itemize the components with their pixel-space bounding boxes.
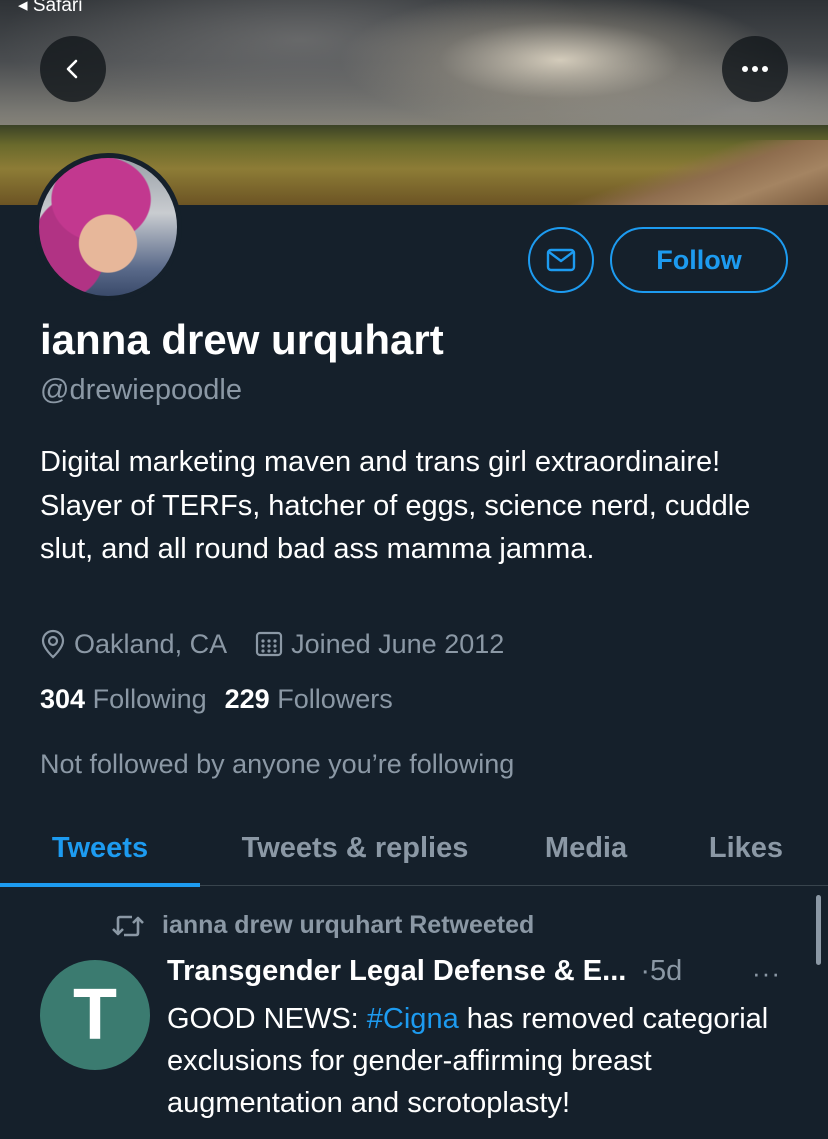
tab-tweets-replies[interactable]: Tweets & replies	[214, 810, 496, 886]
location-pin-icon	[41, 629, 65, 659]
retweet-text: ianna drew urquhart Retweeted	[162, 911, 535, 939]
more-horizontal-icon	[742, 66, 768, 72]
banner-road	[568, 140, 828, 205]
not-followed-notice: Not followed by anyone you’re following	[40, 749, 515, 779]
following-link[interactable]: 304 Following	[40, 684, 207, 714]
follow-stats: 304 Following 229 Followers	[40, 684, 393, 715]
envelope-icon	[546, 248, 576, 272]
followers-link[interactable]: 229 Followers	[225, 684, 393, 714]
location-item: Oakland, CA	[40, 629, 227, 660]
tab-tweets[interactable]: Tweets	[0, 810, 200, 886]
followers-count: 229	[224, 684, 270, 714]
profile-page: ◂ Safari Follow ianna drew urquhart @dre…	[0, 0, 828, 1139]
tweet-timestamp[interactable]: ·5d	[640, 955, 682, 988]
tweet-author-name[interactable]: Transgender Legal Defense & E...	[167, 955, 626, 988]
chevron-left-icon	[66, 59, 78, 79]
status-back-arrow-icon: ◂	[18, 0, 28, 16]
tab-likes[interactable]: Likes	[690, 810, 802, 886]
tweet-author-avatar[interactable]: T	[40, 960, 150, 1070]
tweet-header: Transgender Legal Defense & E... ·5d	[167, 955, 682, 988]
joined-item: Joined June 2012	[255, 629, 504, 660]
calendar-icon	[255, 631, 283, 657]
following-count: 304	[40, 684, 86, 714]
retweet-context[interactable]: ianna drew urquhart Retweeted	[110, 911, 534, 940]
tweet-hashtag[interactable]: #Cigna	[367, 1003, 459, 1035]
tweet-text-prefix: GOOD NEWS:	[167, 1003, 367, 1035]
message-button[interactable]	[528, 227, 594, 293]
profile-handle: @drewiepoodle	[40, 374, 242, 406]
status-back-label: Safari	[32, 0, 83, 16]
profile-avatar[interactable]	[34, 153, 182, 301]
active-tab-indicator	[0, 883, 200, 887]
profile-bio: Digital marketing maven and trans girl e…	[40, 446, 751, 565]
following-label: Following	[92, 684, 207, 714]
back-button[interactable]	[40, 36, 106, 102]
profile-tabs: Tweets Tweets & replies Media Likes	[0, 810, 828, 887]
tweet-more-button[interactable]: ···	[752, 958, 781, 989]
profile-name: ianna drew urquhart	[40, 316, 444, 363]
location-text: Oakland, CA	[74, 628, 228, 659]
tab-media[interactable]: Media	[520, 810, 652, 886]
more-options-button[interactable]	[722, 36, 788, 102]
retweet-icon	[112, 915, 144, 936]
profile-meta: Oakland, CA Joined June 2012	[40, 626, 504, 662]
scrollbar[interactable]	[816, 895, 821, 965]
tweet-text[interactable]: GOOD NEWS: #Cigna has removed categorial…	[167, 998, 797, 1124]
followers-label: Followers	[277, 684, 393, 714]
follow-button[interactable]: Follow	[610, 227, 788, 293]
status-back-to-app[interactable]: ◂ Safari	[18, 0, 82, 17]
joined-text: Joined June 2012	[291, 628, 505, 659]
